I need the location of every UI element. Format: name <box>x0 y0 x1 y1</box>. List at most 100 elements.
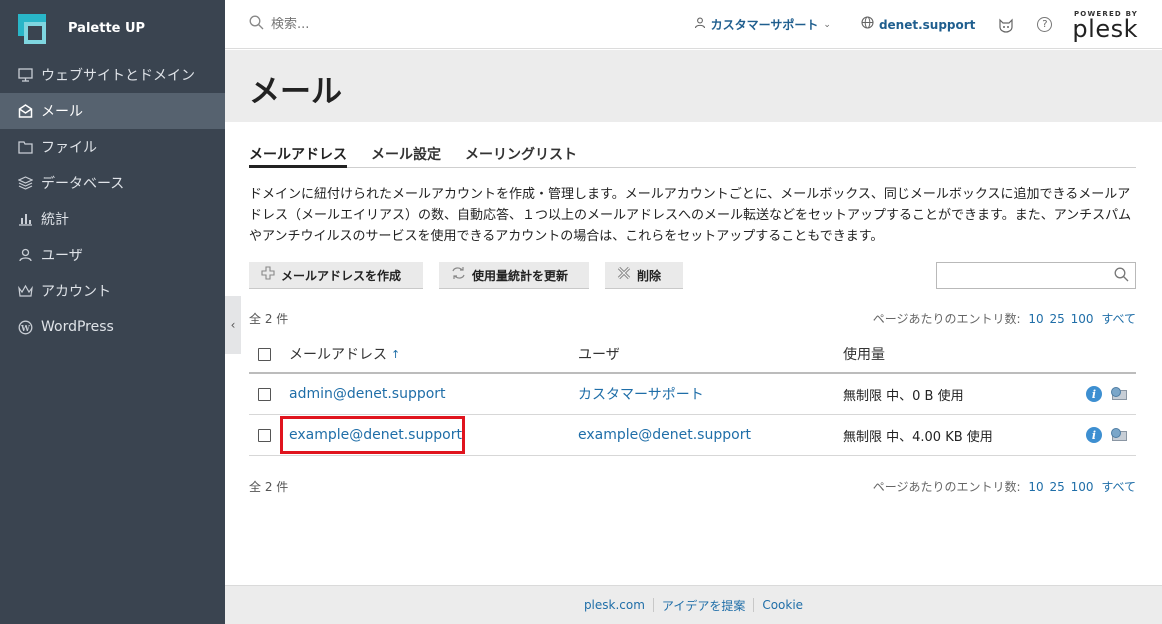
user-menu-label: カスタマーサポート <box>710 18 819 32</box>
mail-icon <box>16 102 34 120</box>
per-page-bottom: ページあたりのエントリ数: 10 25 100 すべて <box>873 478 1136 495</box>
user-icon <box>694 17 706 33</box>
column-user[interactable]: ユーザ <box>578 336 620 372</box>
footer-link-idea[interactable]: アイデアを提案 <box>654 597 753 614</box>
per-page-label: ページあたりのエントリ数: <box>872 480 1021 494</box>
sidebar-item-databases[interactable]: データベース <box>0 165 225 201</box>
page-title: メール <box>249 74 342 110</box>
wordpress-icon: W <box>16 318 34 336</box>
table-header: メールアドレス ↑ ユーザ 使用量 <box>249 336 1136 374</box>
delete-label: 削除 <box>637 268 662 283</box>
total-count-bottom: 全 2 件 <box>249 480 289 494</box>
email-link[interactable]: example@denet.support <box>289 427 462 443</box>
plesk-logo: POWERED BY plesk <box>1072 10 1138 41</box>
sort-asc-icon: ↑ <box>391 347 401 361</box>
per-page-all[interactable]: すべて <box>1101 480 1136 494</box>
create-email-label: メールアドレスを作成 <box>281 268 402 283</box>
globe-icon <box>861 16 874 33</box>
footer-link-cookie[interactable]: Cookie <box>754 598 811 612</box>
total-count-top: 全 2 件 <box>249 312 289 326</box>
sidebar-collapse-handle[interactable]: ‹ <box>225 296 241 354</box>
per-page-all[interactable]: すべて <box>1101 312 1136 326</box>
sidebar-item-label: WordPress <box>41 319 114 335</box>
footer-link-plesk[interactable]: plesk.com <box>576 598 653 612</box>
user-link[interactable]: example@denet.support <box>578 427 751 443</box>
info-icon[interactable]: i <box>1086 427 1102 443</box>
refresh-icon <box>451 266 466 284</box>
brand-name: Palette UP <box>68 21 146 36</box>
palette-logo-icon <box>18 13 46 44</box>
chevron-left-icon: ‹ <box>230 318 236 332</box>
create-email-button[interactable]: メールアドレスを作成 <box>249 262 423 289</box>
per-page-10[interactable]: 10 <box>1028 312 1043 326</box>
brand[interactable]: Palette UP <box>0 0 225 57</box>
refresh-usage-label: 使用量統計を更新 <box>472 268 569 283</box>
column-usage[interactable]: 使用量 <box>843 336 885 372</box>
row-checkbox[interactable] <box>258 428 271 442</box>
search-icon[interactable] <box>1114 267 1129 286</box>
sidebar-item-websites[interactable]: ウェブサイトとドメイン <box>0 57 225 93</box>
tab-mail-settings[interactable]: メール設定 <box>371 144 441 168</box>
usage-value: 無制限 中、4.00 KB 使用 <box>843 429 993 445</box>
page-header: メール <box>225 50 1162 122</box>
sidebar-item-mail[interactable]: メール <box>0 93 225 129</box>
user-icon <box>16 246 34 264</box>
table-row: admin@denet.support カスタマーサポート 無制限 中、0 B … <box>249 374 1136 415</box>
sidebar: Palette UP ウェブサイトとドメイン メール ファイル データベース 統… <box>0 0 225 624</box>
webmail-icon[interactable] <box>1111 386 1128 402</box>
monitor-icon <box>16 66 34 84</box>
user-menu[interactable]: カスタマーサポート ⌄ <box>694 16 831 33</box>
per-page-100[interactable]: 100 <box>1071 480 1094 494</box>
help-icon[interactable]: ? <box>1037 17 1053 32</box>
sidebar-item-label: ファイル <box>41 140 97 156</box>
top-header: カスタマーサポート ⌄ denet.support ? POWERED BY p… <box>225 0 1162 49</box>
user-link[interactable]: カスタマーサポート <box>578 384 704 404</box>
email-table: メールアドレス ↑ ユーザ 使用量 admin@denet.support カス… <box>249 336 1136 456</box>
delete-x-icon <box>617 266 631 284</box>
info-icon[interactable]: i <box>1086 386 1102 402</box>
per-page-top: ページあたりのエントリ数: 10 25 100 すべて <box>873 310 1136 327</box>
webmail-icon[interactable] <box>1111 427 1128 443</box>
per-page-10[interactable]: 10 <box>1028 480 1043 494</box>
page-description: ドメインに紐付けられたメールアカウントを作成・管理します。メールアカウントごとに… <box>249 187 1132 244</box>
domain-label: denet.support <box>878 17 976 32</box>
domain-link[interactable]: denet.support <box>861 16 975 33</box>
crown-icon <box>16 282 34 300</box>
database-icon <box>16 174 34 192</box>
global-search-input[interactable] <box>271 16 521 32</box>
delete-button[interactable]: 削除 <box>605 262 683 289</box>
usage-value: 無制限 中、0 B 使用 <box>843 388 964 404</box>
sidebar-item-users[interactable]: ユーザ <box>0 237 225 273</box>
per-page-25[interactable]: 25 <box>1049 312 1064 326</box>
svg-text:W: W <box>20 322 31 332</box>
sidebar-item-label: メール <box>41 104 83 120</box>
sidebar-item-wordpress[interactable]: W WordPress <box>0 309 225 345</box>
sidebar-item-statistics[interactable]: 統計 <box>0 201 225 237</box>
cat-icon[interactable] <box>997 16 1015 34</box>
folder-icon <box>16 138 34 156</box>
per-page-100[interactable]: 100 <box>1071 312 1094 326</box>
sidebar-item-label: 統計 <box>41 212 69 228</box>
list-search-input[interactable] <box>937 263 1107 288</box>
chart-icon <box>16 210 34 228</box>
tab-email-addresses[interactable]: メールアドレス <box>249 144 347 168</box>
refresh-usage-button[interactable]: 使用量統計を更新 <box>439 262 589 289</box>
sidebar-item-label: アカウント <box>41 284 111 300</box>
header-actions: カスタマーサポート ⌄ denet.support ? POWERED BY p… <box>664 0 1138 49</box>
row-checkbox[interactable] <box>258 387 271 401</box>
list-search[interactable] <box>936 262 1136 289</box>
email-link[interactable]: admin@denet.support <box>289 386 446 402</box>
sidebar-item-label: データベース <box>41 176 125 192</box>
search-icon <box>249 15 264 34</box>
sidebar-item-label: ウェブサイトとドメイン <box>41 68 195 84</box>
column-email[interactable]: メールアドレス ↑ <box>289 336 400 372</box>
plus-icon <box>261 266 275 284</box>
tab-mailing-lists[interactable]: メーリングリスト <box>465 144 577 168</box>
sidebar-item-account[interactable]: アカウント <box>0 273 225 309</box>
global-search[interactable] <box>249 15 549 34</box>
table-row: example@denet.support example@denet.supp… <box>249 415 1136 456</box>
select-all-checkbox[interactable] <box>258 347 271 361</box>
footer: plesk.com アイデアを提案 Cookie <box>225 585 1162 624</box>
sidebar-item-files[interactable]: ファイル <box>0 129 225 165</box>
per-page-25[interactable]: 25 <box>1049 480 1064 494</box>
